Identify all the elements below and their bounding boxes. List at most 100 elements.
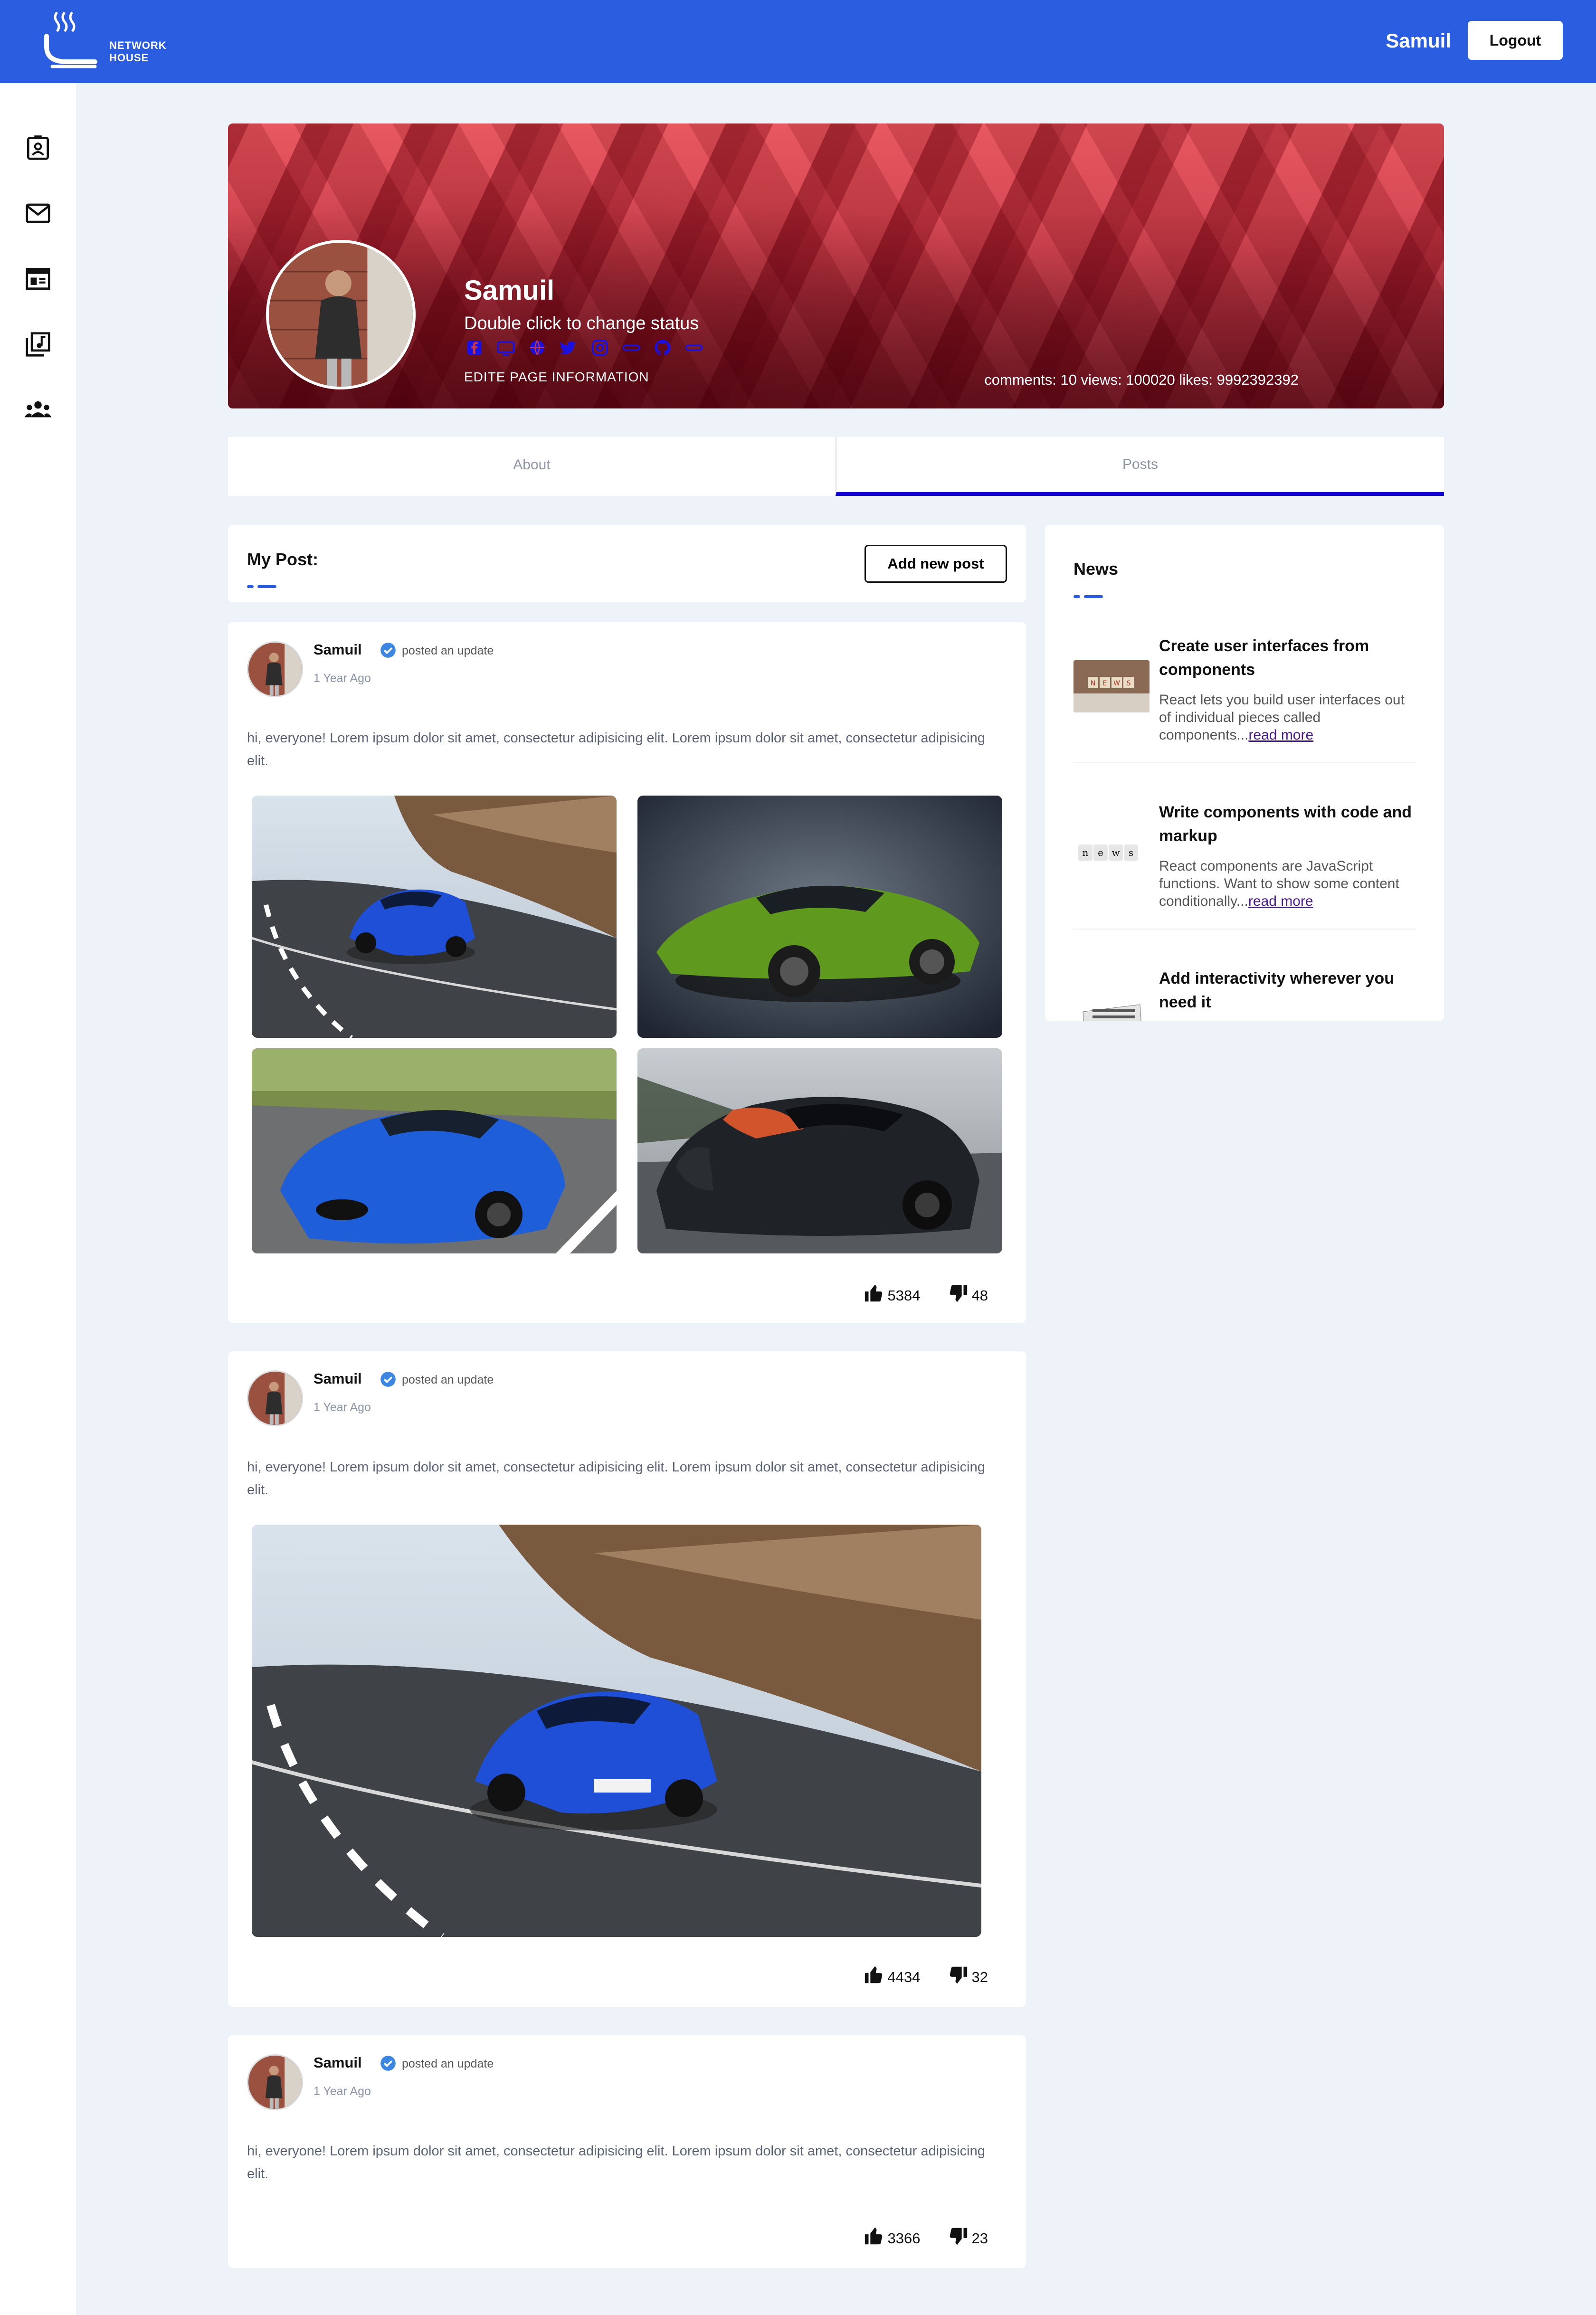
post-image-green-mclaren[interactable] [637, 796, 1002, 1038]
post-text: hi, everyone! Lorem ipsum dolor sit amet… [247, 2144, 985, 2182]
news-heading[interactable]: Create user interfaces from components [1159, 634, 1416, 682]
post-reactions: 5384 48 [863, 1282, 988, 1304]
dislike-button[interactable]: 23 [947, 2225, 988, 2247]
news-item[interactable]: news Write components with code and mark… [1074, 800, 1416, 930]
post-time: 1 Year Ago [314, 1401, 371, 1414]
svg-text:n: n [1083, 847, 1089, 858]
svg-text:s: s [1129, 847, 1133, 858]
thumbs-down-icon [950, 1285, 967, 1302]
header-username[interactable]: Samuil [1386, 29, 1451, 52]
read-more-link[interactable]: read more [1248, 727, 1313, 743]
sidebar-item-profile[interactable] [21, 131, 55, 165]
top-navbar: NETWORK HOUSE Samuil Logout [0, 0, 1596, 83]
like-button[interactable]: 5384 [863, 1282, 921, 1304]
dislike-count: 48 [971, 1287, 988, 1304]
post-author[interactable]: Samuil [314, 2054, 362, 2071]
read-more-link[interactable]: read more [1248, 893, 1313, 909]
post-card: Samuil posted an update 1 Year Ago hi, e… [228, 2035, 1026, 2268]
globe-icon[interactable] [527, 337, 548, 358]
svg-text:S: S [1127, 680, 1131, 687]
svg-text:N: N [1091, 680, 1095, 687]
post-image-blue-mclaren[interactable] [252, 1525, 981, 1937]
like-count: 5384 [887, 1287, 921, 1304]
contact-card-icon [27, 135, 49, 160]
link-icon[interactable] [684, 337, 704, 358]
post-author[interactable]: Samuil [314, 641, 362, 658]
svg-text:W: W [1113, 680, 1120, 687]
like-count: 3366 [887, 2230, 921, 2247]
profile-stats: comments: 10 views: 100020 likes: 999239… [984, 371, 1299, 388]
instagram-icon[interactable] [589, 337, 610, 358]
logout-button[interactable]: Logout [1468, 21, 1563, 60]
sidebar-item-messages[interactable] [21, 196, 55, 230]
tv-icon[interactable] [495, 337, 516, 358]
news-body: React components are JavaScript function… [1159, 858, 1399, 909]
my-post-title: My Post: [247, 550, 319, 569]
title-underline [1074, 595, 1080, 598]
profile-tabs: About Posts [228, 437, 1444, 496]
post-author[interactable]: Samuil [314, 1370, 362, 1387]
post-action: posted an update [402, 644, 494, 657]
tab-posts[interactable]: Posts [836, 437, 1444, 496]
mail-icon [26, 203, 50, 223]
thumbs-up-icon [864, 1966, 882, 1983]
profile-avatar[interactable] [266, 240, 416, 389]
facebook-icon[interactable] [464, 337, 485, 358]
profile-cover: Samuil Double click to change status EDI… [228, 123, 1444, 408]
thumbs-up-icon [864, 1284, 882, 1302]
news-thumbnail: N EWS [1074, 660, 1150, 712]
sidebar-item-feed[interactable] [21, 262, 55, 296]
tab-about[interactable]: About [228, 437, 836, 496]
thumbs-up-icon [864, 2227, 882, 2245]
avatar[interactable] [247, 1370, 303, 1426]
like-button[interactable]: 3366 [863, 2225, 921, 2247]
sidebar-item-groups[interactable] [21, 393, 55, 427]
post-image-black-bugatti[interactable] [637, 1048, 1002, 1253]
svg-text:w: w [1112, 847, 1120, 858]
news-thumbnail [1074, 993, 1150, 1021]
news-thumbnail: news [1074, 826, 1150, 879]
link-icon[interactable] [621, 337, 642, 358]
add-new-post-button[interactable]: Add new post [864, 545, 1007, 583]
verified-icon [380, 2056, 396, 2071]
github-icon[interactable] [652, 337, 673, 358]
avatar[interactable] [247, 2054, 303, 2110]
logo-text: NETWORK HOUSE [109, 39, 167, 64]
profile-photo [269, 243, 413, 387]
dislike-button[interactable]: 48 [947, 1282, 988, 1304]
post-action: posted an update [402, 1373, 494, 1386]
news-heading[interactable]: Add interactivity wherever you need it [1159, 967, 1416, 1014]
post-image-blue-mclaren[interactable] [252, 796, 617, 1038]
dislike-count: 32 [971, 1969, 988, 1985]
dislike-count: 23 [971, 2230, 988, 2247]
title-underline [247, 585, 254, 588]
post-time: 1 Year Ago [314, 2085, 371, 2098]
post-text: hi, everyone! Lorem ipsum dolor sit amet… [247, 731, 985, 769]
thumbs-down-icon [950, 1966, 967, 1984]
profile-status[interactable]: Double click to change status [464, 313, 699, 334]
network-house-logo[interactable]: NETWORK HOUSE [43, 9, 185, 70]
twitter-icon[interactable] [558, 337, 579, 358]
sidebar [0, 83, 76, 2315]
post-action: posted an update [402, 2057, 494, 2070]
music-library-icon [26, 332, 50, 357]
groups-icon [24, 401, 52, 417]
post-card: Samuil posted an update 1 Year Ago hi, e… [228, 622, 1026, 1323]
svg-text:E: E [1103, 680, 1107, 687]
post-text: hi, everyone! Lorem ipsum dolor sit amet… [247, 1460, 985, 1498]
news-item[interactable]: N EWS Create user interfaces from compone… [1074, 634, 1416, 763]
verified-icon [380, 1372, 396, 1387]
my-post-panel: My Post: Add new post [228, 525, 1026, 602]
verified-icon [380, 643, 396, 658]
news-body: React lets you build user interfaces out… [1159, 692, 1405, 743]
edit-page-info-link[interactable]: EDITE PAGE INFORMATION [464, 370, 649, 385]
avatar[interactable] [247, 641, 303, 697]
like-button[interactable]: 4434 [863, 1964, 921, 1986]
news-heading[interactable]: Write components with code and markup [1159, 800, 1416, 848]
news-title: News [1074, 559, 1119, 579]
news-item[interactable]: Add interactivity wherever you need it [1074, 967, 1416, 1021]
sidebar-item-music[interactable] [21, 327, 55, 361]
post-image-blue-maserati[interactable] [252, 1048, 617, 1253]
coffee-cup-logo-icon [44, 11, 97, 68]
dislike-button[interactable]: 32 [947, 1964, 988, 1986]
